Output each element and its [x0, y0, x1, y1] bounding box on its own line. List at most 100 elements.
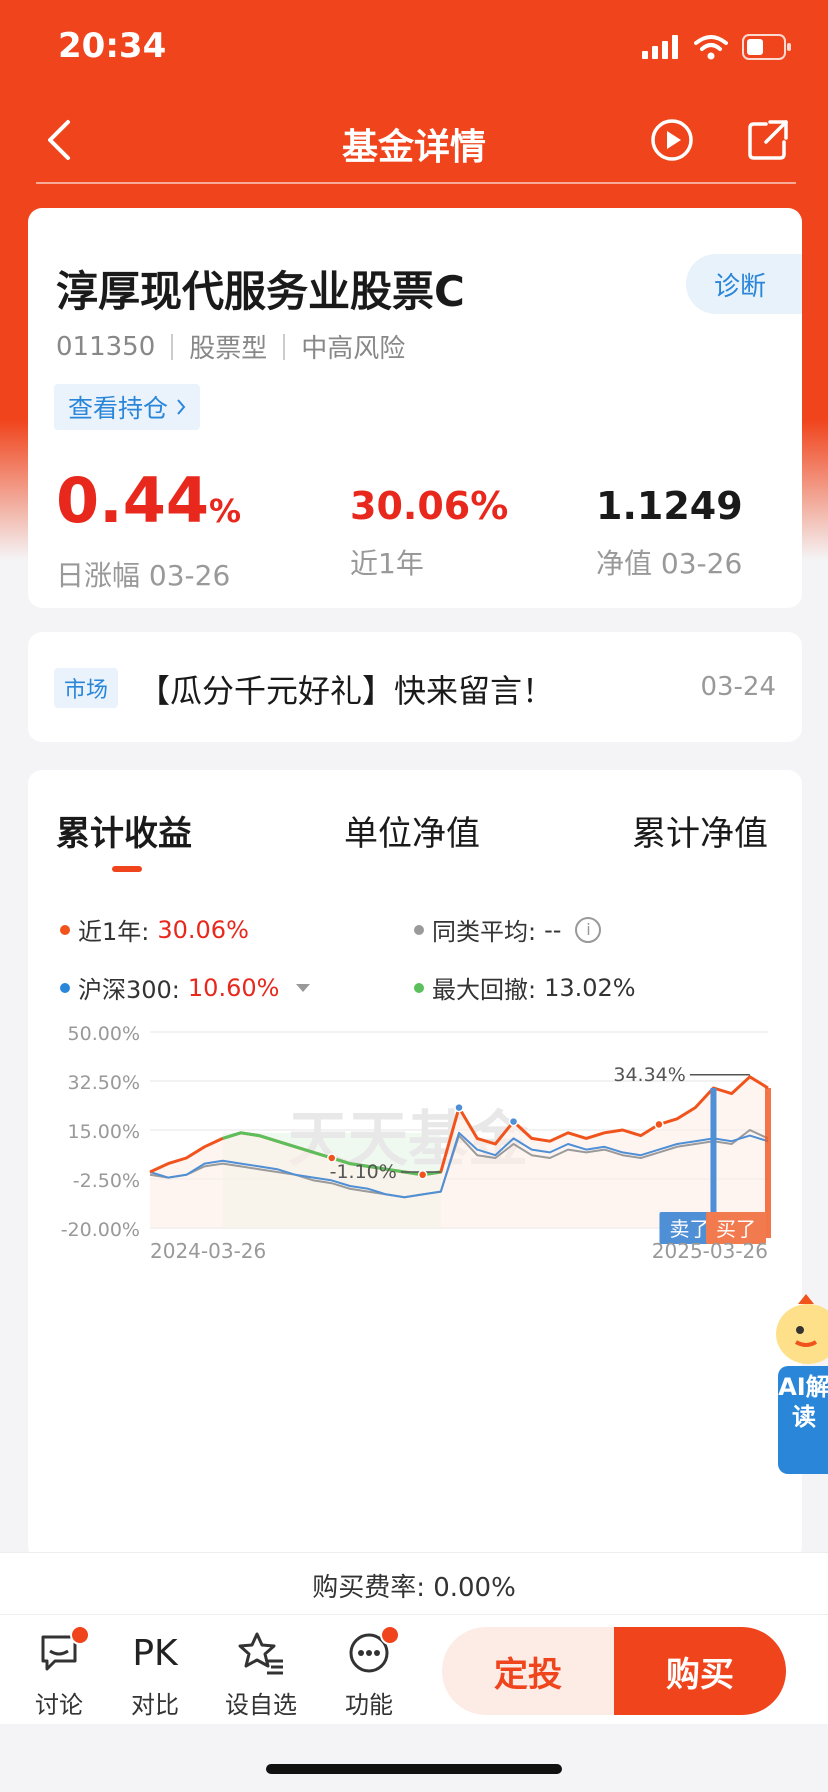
- discuss-label: 讨论: [35, 1691, 83, 1719]
- tab-cumulative-return[interactable]: 累计收益: [56, 806, 192, 855]
- news-tag: 市场: [54, 668, 118, 708]
- nav-label: 净值 03-26: [596, 547, 743, 580]
- daily-change-value: 0.44%: [56, 464, 242, 537]
- nav-stat: 1.1249 净值 03-26: [596, 480, 743, 582]
- performance-chart[interactable]: 天天基金 34.34%-1.10%卖了 买了 50.00%32.50%15.00%…: [28, 1020, 802, 1320]
- legend-dot: [60, 982, 70, 993]
- tab-unit-nav[interactable]: 单位净值: [344, 806, 480, 855]
- fund-area: [150, 1076, 768, 1228]
- one-year-label: 近1年: [350, 547, 424, 580]
- buy-button[interactable]: 购买: [614, 1627, 786, 1715]
- add-watchlist-button[interactable]: 设自选: [216, 1625, 306, 1720]
- legend-dot: [60, 924, 70, 935]
- chart-tabs: 累计收益 单位净值 累计净值: [28, 806, 802, 896]
- performance-chart-card: 累计收益 单位净值 累计净值 近1年: 30.06% 同类平均: -- i 沪深…: [28, 770, 802, 1560]
- active-tab-indicator: [112, 866, 142, 872]
- play-circle-icon[interactable]: [650, 118, 694, 162]
- discuss-icon-wrap: [14, 1625, 104, 1681]
- peak-label: 34.34%: [613, 1064, 685, 1086]
- notification-dot: [380, 1625, 400, 1645]
- nav-divider: [36, 182, 796, 184]
- info-icon[interactable]: i: [575, 916, 602, 943]
- legend-fund: 近1年: 30.06%: [60, 912, 249, 947]
- chevron-right-icon: [177, 399, 186, 415]
- trade-dot: [654, 1119, 664, 1130]
- functions-label: 功能: [345, 1691, 393, 1719]
- bottom-action-bar: 讨论 PK 对比 设自选 功能 定投 购买: [0, 1614, 828, 1724]
- home-indicator: [266, 1764, 562, 1774]
- ai-interpret-button[interactable]: AI解读: [778, 1366, 828, 1474]
- legend-label: 沪深300:: [78, 976, 180, 1004]
- x-tick-label: 2024-03-26: [150, 1239, 266, 1263]
- trade-dot: [417, 1170, 428, 1180]
- dropdown-caret-icon[interactable]: [295, 983, 311, 993]
- auto-invest-button[interactable]: 定投: [442, 1627, 614, 1715]
- legend-label: 近1年:: [78, 918, 150, 946]
- status-bar: 20:34: [0, 0, 828, 100]
- fund-meta: 011350 股票型 中高风险: [56, 328, 405, 365]
- legend-label: 最大回撤:: [432, 976, 537, 1004]
- nav-value: 1.1249: [596, 484, 743, 528]
- share-icon[interactable]: [746, 118, 790, 162]
- navigation-bar: 基金详情: [0, 100, 828, 184]
- x-tick-label: 2025-03-26: [652, 1239, 768, 1263]
- y-tick-label: -20.00%: [61, 1219, 140, 1241]
- discuss-button[interactable]: 讨论: [14, 1625, 104, 1720]
- one-year-stat: 30.06% 近1年: [350, 480, 508, 582]
- pk-icon: PK: [132, 1632, 178, 1674]
- view-holdings-button[interactable]: 查看持仓: [54, 384, 201, 430]
- news-title[interactable]: 【瓜分千元好礼】快来留言！: [138, 666, 554, 712]
- trade-dot: [327, 1153, 337, 1163]
- one-year-value: 30.06%: [350, 484, 509, 528]
- compare-button[interactable]: PK 对比: [110, 1625, 200, 1720]
- functions-icon-wrap: [324, 1625, 414, 1681]
- trade-dot: [508, 1116, 519, 1127]
- status-time: 20:34: [58, 26, 167, 66]
- y-tick-label: 15.00%: [68, 1121, 140, 1143]
- status-icons: [642, 34, 792, 60]
- news-card[interactable]: 市场 【瓜分千元好礼】快来留言！ 03-24: [28, 632, 802, 742]
- legend-value: 10.60%: [187, 973, 280, 1002]
- tab-cumulative-nav[interactable]: 累计净值: [632, 806, 768, 855]
- legend-value: 13.02%: [544, 973, 636, 1002]
- fund-summary-card: 淳厚现代服务业股票C 诊断 011350 股票型 中高风险 查看持仓 0.44%…: [28, 208, 802, 608]
- wifi-icon: [694, 35, 728, 60]
- ai-mascot-icon[interactable]: [770, 1290, 828, 1370]
- buy-label: 买了: [716, 1217, 756, 1241]
- y-tick-label: 32.50%: [68, 1072, 140, 1094]
- fund-type: 股票型: [189, 334, 268, 364]
- news-date: 03-24: [700, 672, 776, 702]
- meta-divider: [171, 333, 174, 360]
- view-holdings-label: 查看持仓: [68, 394, 169, 423]
- trough-label: -1.10%: [330, 1161, 397, 1183]
- meta-divider: [283, 333, 286, 360]
- sell-label: 卖了: [669, 1217, 709, 1241]
- legend-peer: 同类平均: -- i: [414, 912, 602, 947]
- cellular-signal-icon: [642, 35, 678, 59]
- legend-value: --: [544, 915, 562, 944]
- watchlist-label: 设自选: [225, 1691, 297, 1719]
- legend-value: 30.06%: [157, 915, 249, 944]
- y-tick-label: 50.00%: [68, 1023, 140, 1045]
- daily-change-stat: 0.44% 日涨幅 03-26: [56, 464, 241, 594]
- daily-change-label: 日涨幅 03-26: [56, 559, 231, 592]
- chart-series: [149, 1075, 769, 1228]
- purchase-fee-text: 购买费率: 0.00%: [312, 1573, 516, 1603]
- fund-code: 011350: [56, 331, 156, 362]
- legend-index[interactable]: 沪深300: 10.60%: [60, 970, 311, 1005]
- notification-dot: [70, 1625, 90, 1645]
- star-list-icon: [238, 1632, 283, 1675]
- fee-bar: 购买费率: 0.00%: [0, 1552, 828, 1614]
- y-tick-label: -2.50%: [73, 1170, 140, 1192]
- legend-dot: [414, 924, 424, 935]
- legend-drawdown: 最大回撤: 13.02%: [414, 970, 636, 1005]
- battery-icon: [742, 34, 791, 60]
- diagnose-button[interactable]: 诊断: [686, 254, 802, 314]
- compare-icon-wrap: PK: [110, 1625, 200, 1681]
- functions-button[interactable]: 功能: [324, 1625, 414, 1720]
- fund-name: 淳厚现代服务业股票C: [56, 267, 465, 316]
- fund-risk: 中高风险: [301, 334, 406, 364]
- trade-dot: [454, 1102, 464, 1113]
- legend-label: 同类平均:: [432, 918, 537, 946]
- legend-dot: [414, 982, 424, 993]
